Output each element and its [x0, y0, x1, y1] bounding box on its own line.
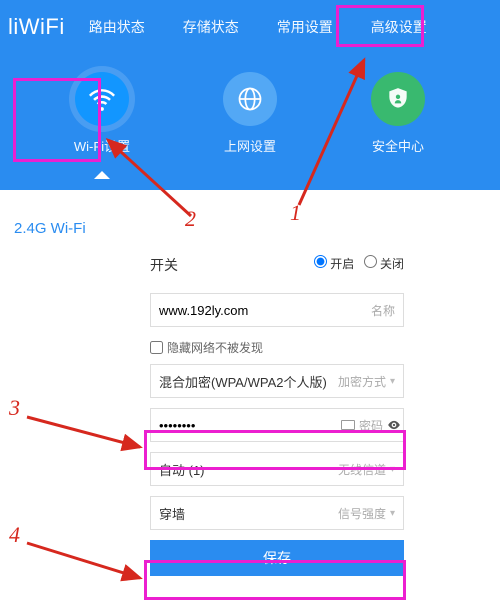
- chevron-down-icon: ▾: [390, 376, 395, 387]
- encryption-select[interactable]: 混合加密(WPA/WPA2个人版) 加密方式 ▾: [150, 364, 404, 398]
- icon-cell-internet[interactable]: 上网设置: [195, 72, 305, 155]
- wifi-icon: [75, 72, 129, 126]
- logo: liWiFi: [8, 14, 65, 40]
- switch-label: 开关: [150, 255, 178, 275]
- channel-suffix: 无线信道: [338, 461, 386, 478]
- password-input[interactable]: [159, 418, 335, 433]
- section-title-24g: 2.4G Wi-Fi: [0, 190, 500, 255]
- ssid-input[interactable]: [159, 303, 365, 318]
- save-button[interactable]: 保存: [150, 540, 404, 576]
- row-ssid: 名称: [150, 293, 404, 327]
- chevron-down-icon: ▾: [390, 464, 395, 475]
- eye-icon[interactable]: [387, 418, 401, 432]
- keyboard-icon[interactable]: [341, 420, 355, 430]
- row-switch: 开关 开启 关闭: [150, 255, 404, 283]
- radio-on-text: 开启: [330, 257, 354, 271]
- icon-label-wifi: Wi-Fi设置: [47, 136, 157, 155]
- row-save: 保存: [150, 540, 404, 576]
- radio-off-text: 关闭: [380, 257, 404, 271]
- chevron-down-icon: ▾: [390, 508, 395, 519]
- icon-cell-security[interactable]: 安全中心: [343, 72, 453, 155]
- icon-label-internet: 上网设置: [195, 136, 305, 155]
- signal-select[interactable]: 穿墙 信号强度 ▾: [150, 496, 404, 530]
- signal-value: 穿墙: [159, 504, 332, 523]
- ssid-field[interactable]: 名称: [150, 293, 404, 327]
- hide-ssid-checkbox[interactable]: [150, 341, 163, 354]
- topbar: liWiFi 路由状态 存储状态 常用设置 高级设置: [0, 0, 500, 54]
- hide-ssid-label: 隐藏网络不被发现: [167, 339, 263, 356]
- row-channel: 自动 (1) 无线信道 ▾: [150, 452, 404, 486]
- tab-common-settings[interactable]: 常用设置: [277, 17, 333, 37]
- icon-label-security: 安全中心: [343, 136, 453, 155]
- radio-on-label[interactable]: 开启: [314, 257, 354, 271]
- signal-suffix: 信号强度: [338, 505, 386, 522]
- row-encryption: 混合加密(WPA/WPA2个人版) 加密方式 ▾: [150, 364, 404, 398]
- password-suffix: 密码: [359, 417, 383, 434]
- row-password: 密码: [150, 408, 404, 442]
- encryption-suffix: 加密方式: [338, 373, 386, 390]
- channel-value: 自动 (1): [159, 460, 332, 479]
- icon-row: Wi-Fi设置 上网设置 安全中心: [0, 54, 500, 155]
- tab-storage-status[interactable]: 存储状态: [183, 17, 239, 37]
- tab-router-status[interactable]: 路由状态: [89, 17, 145, 37]
- header: liWiFi 路由状态 存储状态 常用设置 高级设置 Wi-Fi设置 上网设置 …: [0, 0, 500, 190]
- globe-icon: [223, 72, 277, 126]
- shield-icon: [371, 72, 425, 126]
- channel-select[interactable]: 自动 (1) 无线信道 ▾: [150, 452, 404, 486]
- icon-cell-wifi[interactable]: Wi-Fi设置: [47, 72, 157, 155]
- radio-off-label[interactable]: 关闭: [364, 257, 404, 271]
- wifi-form: 开关 开启 关闭 名称 隐藏网络不被发现 混合加密(WPA/WPA2个人版) 加…: [0, 255, 500, 576]
- radio-off[interactable]: [364, 255, 377, 268]
- ssid-suffix: 名称: [371, 302, 395, 319]
- radio-on[interactable]: [314, 255, 327, 268]
- active-indicator-caret: [94, 171, 110, 179]
- switch-radios: 开启 关闭: [308, 255, 404, 272]
- password-field[interactable]: 密码: [150, 408, 404, 442]
- tab-advanced-settings[interactable]: 高级设置: [371, 17, 427, 37]
- row-hide-ssid[interactable]: 隐藏网络不被发现: [150, 337, 404, 364]
- nav-tabs: 路由状态 存储状态 常用设置 高级设置: [89, 17, 427, 37]
- row-signal: 穿墙 信号强度 ▾: [150, 496, 404, 530]
- encryption-value: 混合加密(WPA/WPA2个人版): [159, 372, 332, 391]
